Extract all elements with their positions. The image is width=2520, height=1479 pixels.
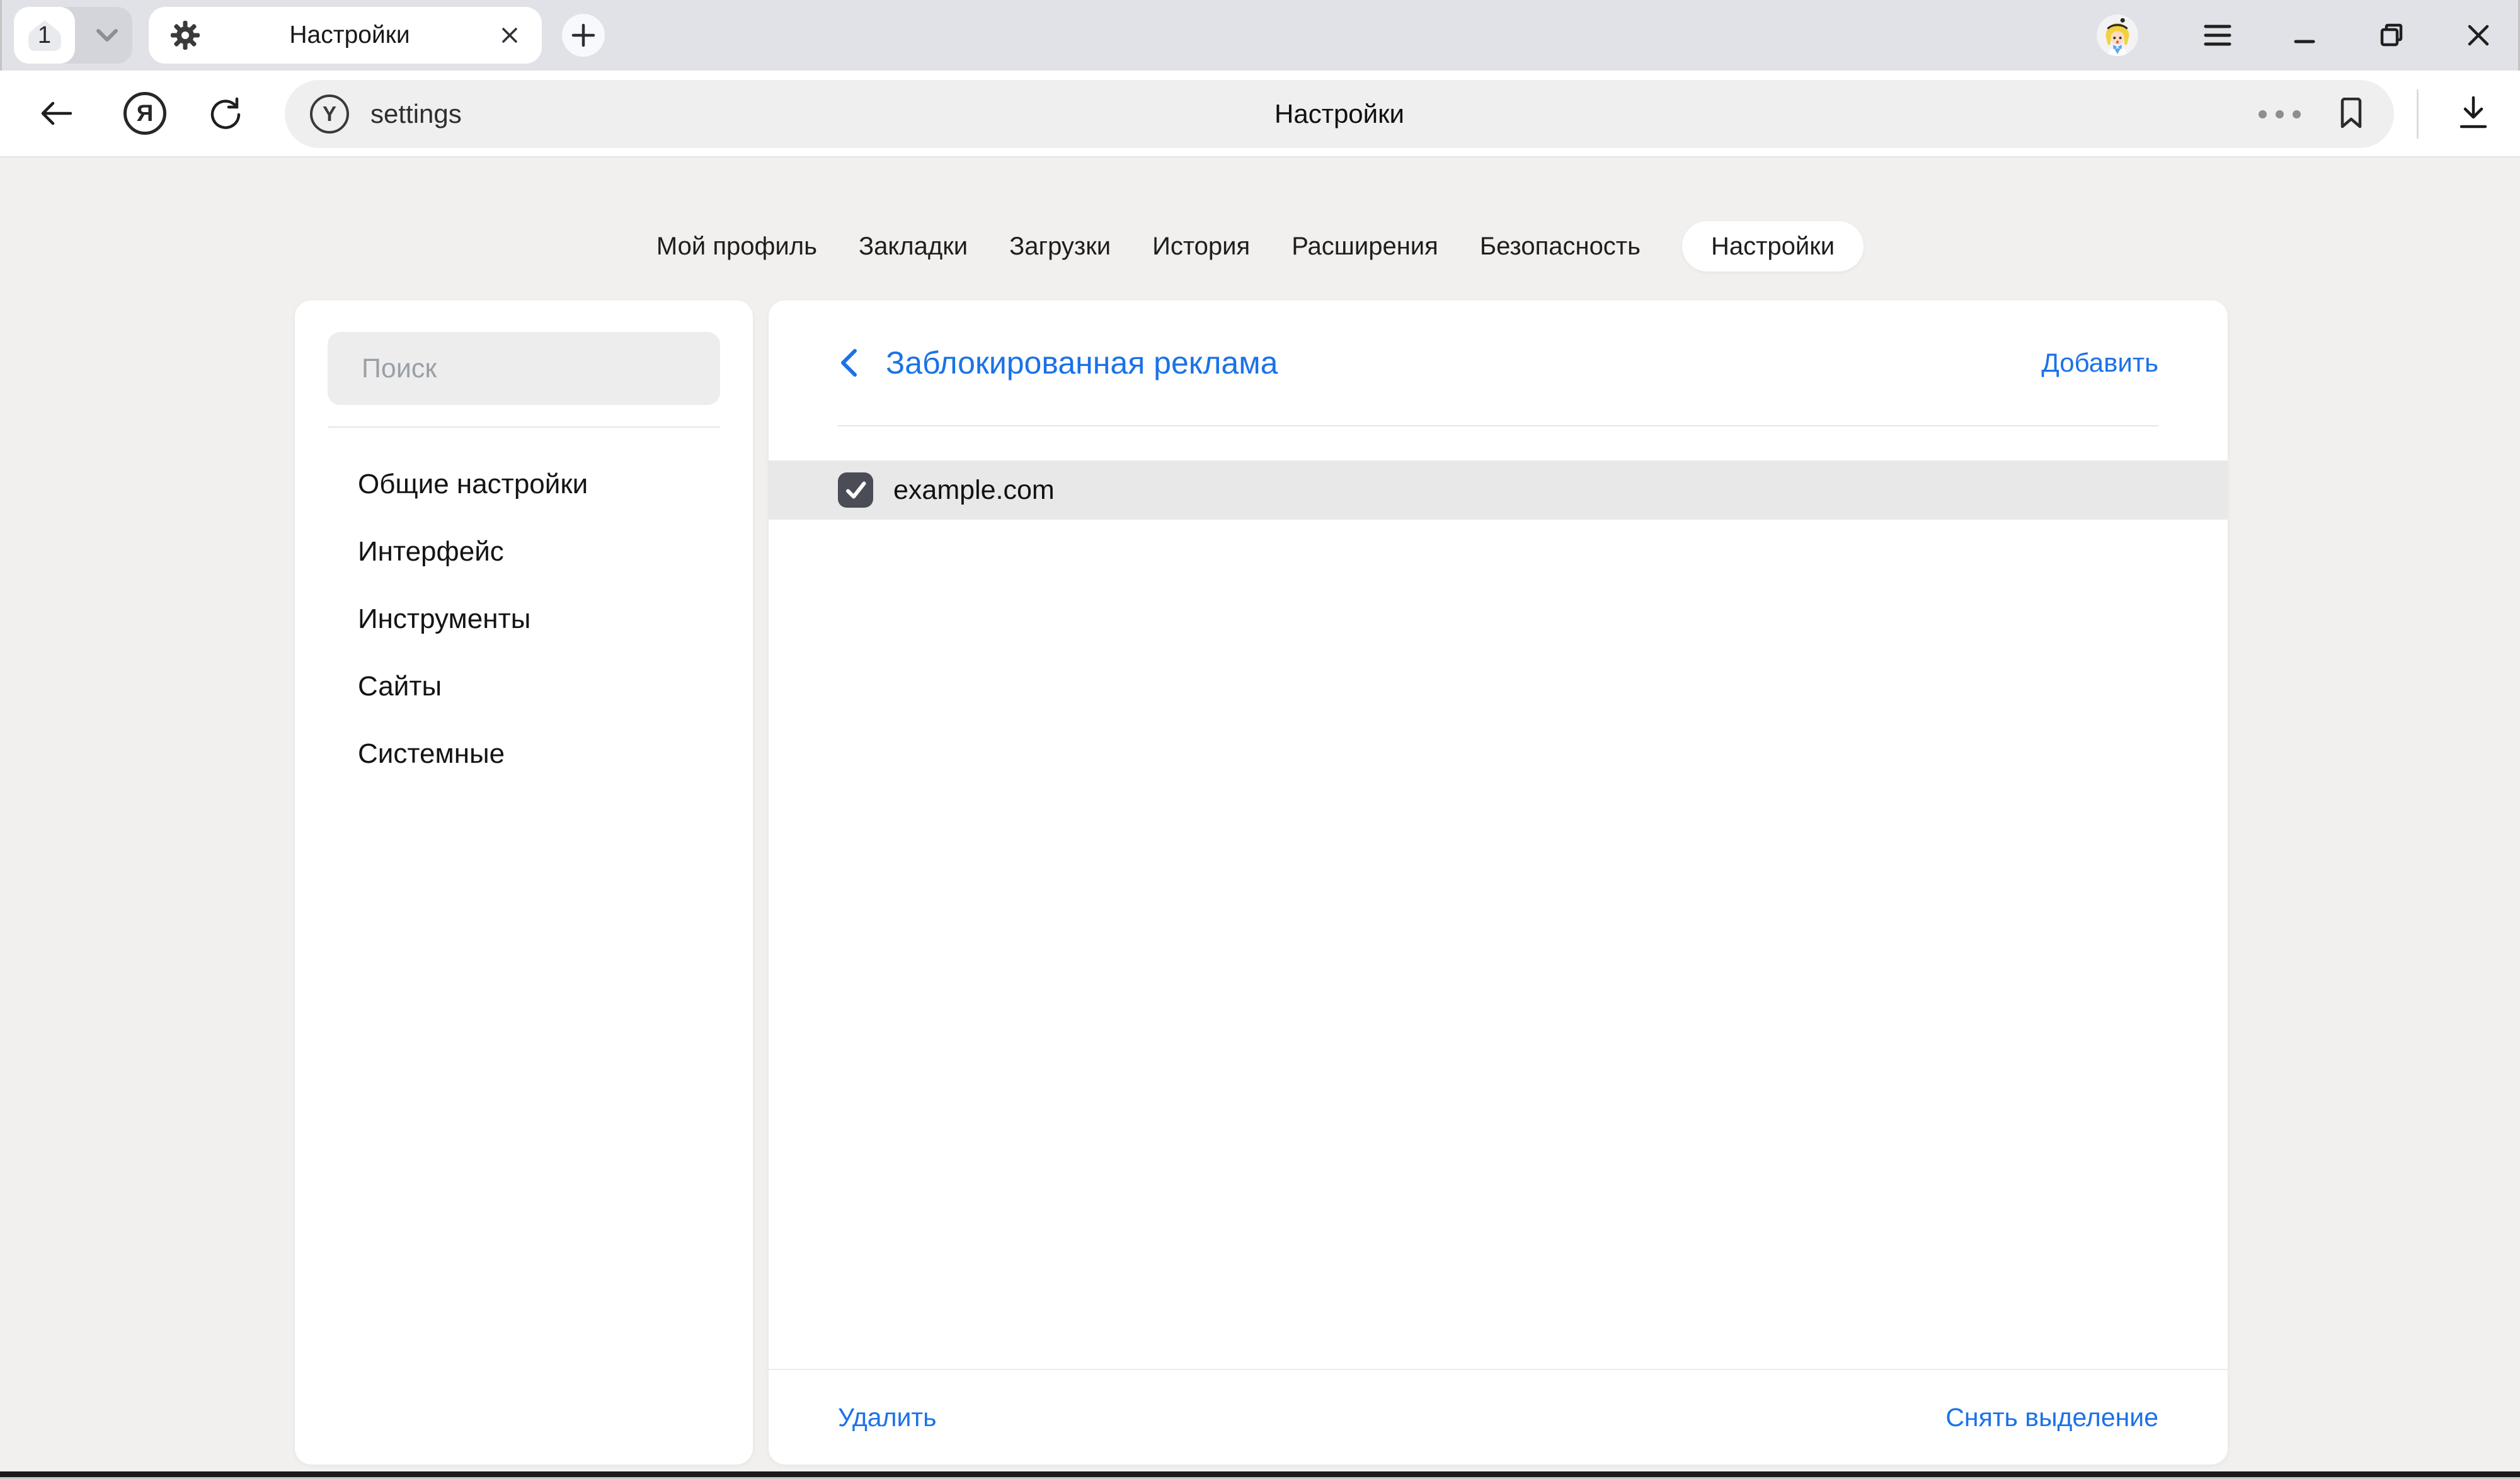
tab-history[interactable]: История — [1152, 221, 1250, 271]
minimize-icon — [2291, 21, 2318, 49]
restore-icon — [2377, 21, 2406, 50]
tab-security[interactable]: Безопасность — [1480, 221, 1641, 271]
tab-group-count: 1 — [38, 23, 51, 47]
window-restore-button[interactable] — [2363, 0, 2420, 71]
address-toolbar: Я Y settings Настройки — [0, 71, 2520, 157]
add-button[interactable]: Добавить — [2041, 348, 2158, 378]
yandex-logo-icon: Я — [123, 92, 166, 135]
sidebar-items: Общие настройки Интерфейс Инструменты Са… — [295, 450, 753, 787]
settings-nav-tabs: Мой профиль Закладки Загрузки История Ра… — [0, 221, 2520, 271]
downloads-button[interactable] — [2447, 71, 2500, 156]
blocked-site-row[interactable]: example.com — [769, 460, 2228, 520]
panel-title: Заблокированная реклама — [886, 345, 1278, 381]
sidebar-item-system[interactable]: Системные — [295, 720, 753, 787]
tab-my-profile[interactable]: Мой профиль — [656, 221, 817, 271]
tab-group-control: 1 — [14, 7, 132, 64]
plus-icon — [570, 21, 597, 49]
sidebar-item-interface[interactable]: Интерфейс — [295, 518, 753, 585]
window-bottom-border — [0, 1471, 2520, 1477]
hamburger-icon — [2203, 23, 2232, 47]
window-minimize-button[interactable] — [2276, 0, 2333, 71]
download-icon — [2456, 95, 2490, 132]
toolbar-divider — [2417, 89, 2419, 139]
refresh-button[interactable] — [205, 71, 247, 156]
sidebar-item-sites[interactable]: Сайты — [295, 653, 753, 720]
back-button[interactable] — [35, 71, 77, 156]
page-title: Настройки — [285, 99, 2394, 129]
delete-button[interactable]: Удалить — [838, 1403, 937, 1432]
browser-menu-button[interactable] — [2189, 0, 2246, 71]
yandex-logo-letter: Я — [137, 100, 154, 127]
tab-extensions[interactable]: Расширения — [1292, 221, 1438, 271]
tab-close-icon[interactable] — [499, 25, 520, 46]
tab-group-house-icon: 1 — [26, 17, 63, 54]
sidebar-item-general[interactable]: Общие настройки — [295, 450, 753, 518]
more-options-icon[interactable] — [2259, 110, 2301, 118]
close-icon — [2465, 21, 2492, 49]
blocked-ads-panel: Заблокированная реклама Добавить example… — [769, 300, 2228, 1465]
browser-window: 1 — [0, 0, 2520, 1479]
deselect-button[interactable]: Снять выделение — [1945, 1403, 2158, 1432]
bookmark-icon[interactable] — [2337, 98, 2365, 130]
tab-settings[interactable]: Настройки — [1682, 221, 1864, 271]
tab-downloads[interactable]: Загрузки — [1009, 221, 1111, 271]
url-text: settings — [370, 99, 462, 129]
tab-group-dropdown[interactable] — [82, 7, 132, 64]
page-favicon-icon: Y — [310, 94, 349, 134]
tab-group-badge[interactable]: 1 — [14, 7, 75, 64]
new-tab-button[interactable] — [562, 14, 605, 57]
favicon-letter: Y — [323, 102, 336, 126]
profile-avatar[interactable] — [2097, 14, 2138, 56]
panel-header: Заблокированная реклама Добавить — [838, 300, 2158, 426]
sidebar-divider — [328, 426, 720, 428]
gear-favicon-icon — [170, 20, 200, 50]
search-input[interactable] — [328, 332, 720, 405]
browser-tab-settings[interactable]: Настройки — [149, 7, 542, 64]
window-close-button[interactable] — [2450, 0, 2507, 71]
back-chevron-icon[interactable] — [838, 346, 859, 379]
url-bar[interactable]: Y settings Настройки — [285, 80, 2394, 148]
refresh-icon — [208, 95, 244, 132]
settings-sidebar: Общие настройки Интерфейс Инструменты Са… — [295, 300, 753, 1465]
chevron-down-icon — [92, 26, 122, 45]
panel-footer: Удалить Снять выделение — [769, 1369, 2228, 1465]
tab-strip: 1 — [0, 0, 2520, 71]
blocked-site-domain: example.com — [893, 475, 1055, 506]
sidebar-item-tools[interactable]: Инструменты — [295, 585, 753, 653]
tab-bookmarks[interactable]: Закладки — [859, 221, 968, 271]
arrow-left-icon — [38, 98, 74, 128]
yandex-logo-button[interactable]: Я — [120, 71, 170, 156]
tab-title: Настройки — [200, 21, 499, 49]
settings-page: Мой профиль Закладки Загрузки История Ра… — [0, 157, 2520, 1479]
row-checkbox[interactable] — [838, 472, 873, 508]
